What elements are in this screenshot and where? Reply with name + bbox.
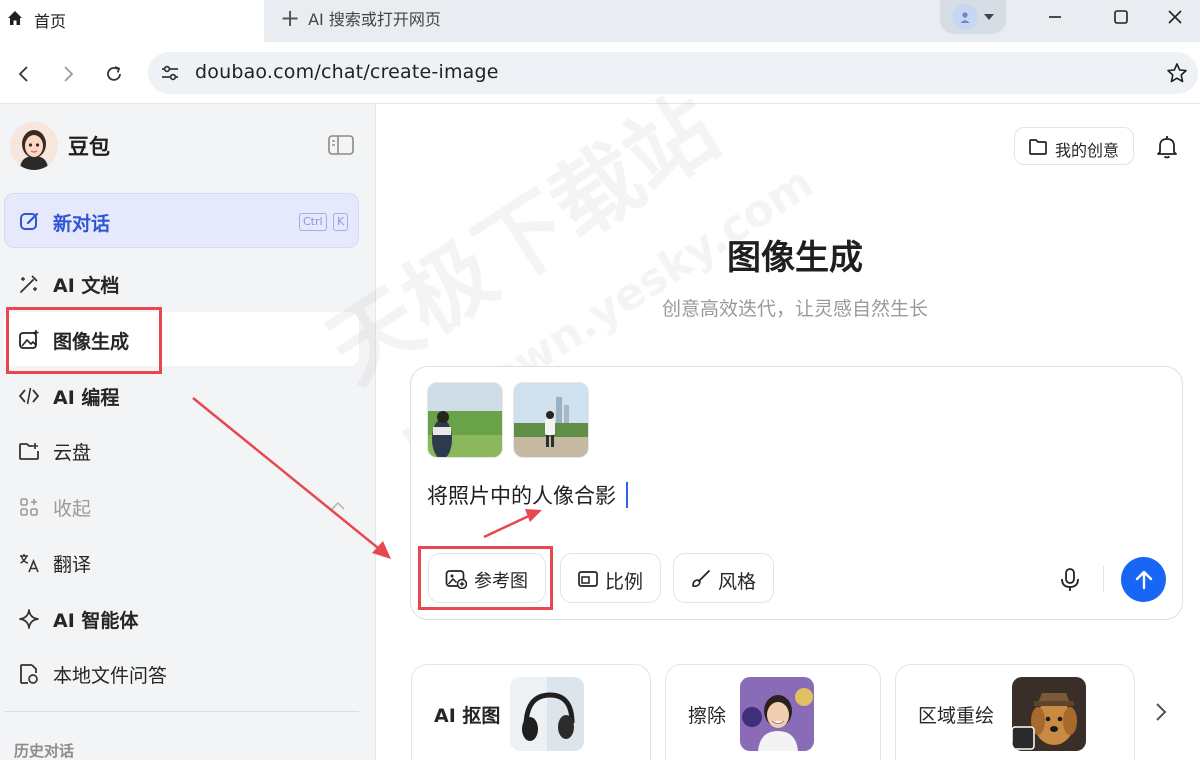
new-tab-button[interactable]: + AI 搜索或打开网页 xyxy=(280,6,441,30)
aspect-ratio-button[interactable]: 比例 xyxy=(560,553,661,603)
close-button[interactable] xyxy=(1150,0,1200,34)
my-creations-button[interactable]: 我的创意 xyxy=(1014,127,1134,165)
doubao-avatar-icon xyxy=(10,122,58,170)
microphone-icon xyxy=(1061,568,1079,591)
voice-input-button[interactable] xyxy=(1056,566,1084,594)
arrow-up-icon xyxy=(1135,570,1152,589)
sidebar-divider xyxy=(4,711,359,712)
aspect-ratio-label: 比例 xyxy=(605,571,644,593)
minimize-icon xyxy=(1049,16,1061,18)
dog-thumbnail xyxy=(1012,677,1086,751)
my-creations-label: 我的创意 xyxy=(1055,141,1120,160)
page-subtitle: 创意高效迭代，让灵感自然生长 xyxy=(661,298,928,320)
sidebar-item-label: 本地文件问答 xyxy=(53,665,168,687)
sidebar-item-label: AI 文档 xyxy=(53,275,120,297)
history-heading: 历史对话 xyxy=(14,742,75,760)
prompt-text[interactable]: 将照片中的人像合影 xyxy=(427,480,616,510)
collapse-sidebar-button[interactable] xyxy=(328,134,354,156)
bookmark-star-icon[interactable] xyxy=(1166,62,1188,84)
translate-icon xyxy=(20,554,39,573)
bell-icon xyxy=(1157,136,1177,159)
edit-icon xyxy=(20,212,39,230)
browser-tab-active[interactable]: 首页 xyxy=(0,0,264,42)
sidebar-toggle-icon xyxy=(328,135,354,155)
close-icon xyxy=(1168,10,1182,24)
sidebar-item-collapse[interactable]: 收起 xyxy=(4,479,359,533)
minimize-button[interactable] xyxy=(1030,0,1080,34)
chevron-right-icon xyxy=(1156,703,1167,721)
style-label: 风格 xyxy=(718,571,757,593)
annotation-highlight-reference-image xyxy=(418,546,553,610)
photo-person-garden-icon xyxy=(428,383,502,457)
reference-image-thumbnail[interactable] xyxy=(427,382,503,458)
local-file-icon xyxy=(20,664,38,684)
annotation-highlight-image-generation xyxy=(6,307,162,374)
style-button[interactable]: 风格 xyxy=(673,553,774,603)
apps-grid-icon xyxy=(20,498,38,516)
brush-icon xyxy=(692,570,710,587)
sidebar-item-ai-coding[interactable]: AI 编程 xyxy=(4,368,359,422)
chevron-up-icon xyxy=(331,501,345,510)
profile-button[interactable] xyxy=(940,0,1006,34)
feature-card-label: 擦除 xyxy=(688,705,727,727)
code-icon xyxy=(18,387,40,405)
sidebar-item-translate[interactable]: 翻译 xyxy=(4,535,359,589)
portrait-thumbnail xyxy=(740,677,814,751)
new-tab-label: AI 搜索或打开网页 xyxy=(308,10,441,29)
plus-icon: + xyxy=(280,4,301,32)
arrow-right-icon xyxy=(64,66,74,82)
sidebar-item-cloud-drive[interactable]: 云盘 xyxy=(4,423,359,477)
sidebar-item-local-file-qa[interactable]: 本地文件问答 xyxy=(4,646,359,700)
magic-pen-icon xyxy=(20,275,38,293)
shortcut-key-ctrl: Ctrl xyxy=(299,213,327,231)
next-cards-button[interactable] xyxy=(1148,696,1174,728)
home-icon xyxy=(8,11,22,25)
text-caret xyxy=(626,482,628,508)
shortcut-key-k: K xyxy=(333,213,349,231)
forward-button[interactable] xyxy=(54,60,82,88)
maximize-button[interactable] xyxy=(1096,0,1146,34)
chevron-down-icon xyxy=(984,14,994,20)
folder-icon xyxy=(1029,139,1047,155)
avatar[interactable] xyxy=(10,122,58,170)
arrow-left-icon xyxy=(18,66,28,82)
sidebar-item-ai-agents[interactable]: AI 智能体 xyxy=(4,591,359,645)
reference-image-thumbnail[interactable] xyxy=(513,382,589,458)
sidebar-item-label: AI 智能体 xyxy=(53,610,139,632)
page-title: 图像生成 xyxy=(727,238,863,278)
tab-title: 首页 xyxy=(34,12,67,31)
composer-separator xyxy=(1103,566,1104,592)
aspect-ratio-icon xyxy=(578,571,598,587)
brand-name: 豆包 xyxy=(68,135,110,159)
sidebar-item-label: 收起 xyxy=(53,498,92,520)
sidebar-item-label: 翻译 xyxy=(53,554,92,576)
feature-card-ai-cutout[interactable]: AI 抠图 xyxy=(411,664,651,760)
back-button[interactable] xyxy=(10,60,38,88)
site-settings-icon xyxy=(162,65,178,81)
sidebar-item-label: AI 编程 xyxy=(53,387,120,409)
send-button[interactable] xyxy=(1121,557,1166,602)
feature-card-erase[interactable]: 擦除 xyxy=(665,664,881,760)
new-chat-label: 新对话 xyxy=(53,213,111,235)
headphones-thumbnail xyxy=(510,677,584,751)
sidebar-item-label: 云盘 xyxy=(53,442,92,464)
reload-icon xyxy=(107,66,121,81)
feature-card-label: 区域重绘 xyxy=(918,705,995,727)
profile-avatar-icon xyxy=(952,4,978,30)
feature-card-label: AI 抠图 xyxy=(434,705,501,727)
sparkle-icon xyxy=(19,609,39,629)
notifications-button[interactable] xyxy=(1154,134,1180,160)
new-chat-button[interactable]: 新对话 Ctrl K xyxy=(4,193,359,248)
maximize-icon xyxy=(1114,10,1128,24)
reload-button[interactable] xyxy=(100,60,128,88)
url-text: doubao.com/chat/create-image xyxy=(195,61,499,83)
feature-card-inpaint[interactable]: 区域重绘 xyxy=(895,664,1135,760)
cloud-drive-icon xyxy=(19,443,39,460)
photo-person-park-icon xyxy=(514,383,588,457)
